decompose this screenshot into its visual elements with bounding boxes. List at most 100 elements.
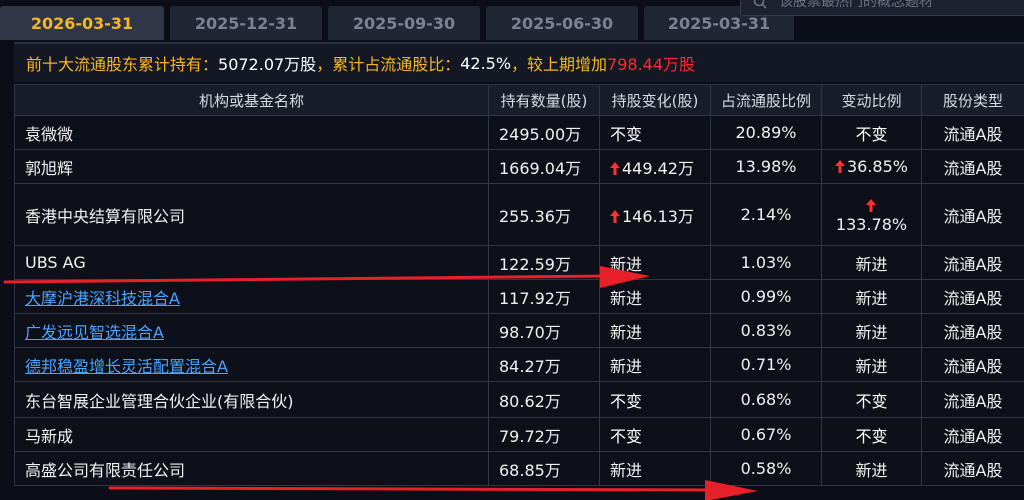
share-change: 新进 bbox=[599, 279, 711, 314]
share-change: 不变 bbox=[599, 417, 711, 452]
change-ratio: 新进 bbox=[821, 347, 922, 382]
share-change-value: 新进 bbox=[610, 288, 643, 308]
holder-name[interactable]: 德邦稳盈增长灵活配置混合A bbox=[14, 347, 489, 382]
change-ratio: 新进 bbox=[821, 313, 922, 348]
share-change-value: 449.42万 bbox=[622, 158, 694, 178]
float-ratio: 0.99% bbox=[710, 279, 822, 314]
change-ratio-value: 不变 bbox=[855, 426, 888, 446]
table-row: 广发远见智选混合A 98.70万 新进 0.83% 新进 流通A股 bbox=[14, 313, 1024, 348]
table-row: 德邦稳盈增长灵活配置混合A 84.27万 新进 0.71% 新进 流通A股 bbox=[14, 347, 1024, 382]
summary-ratio-label: ，累计占流通股比： bbox=[316, 55, 461, 74]
change-ratio-value: 新进 bbox=[855, 254, 888, 274]
change-ratio-value: 新进 bbox=[855, 460, 888, 480]
shares-held: 255.36万 bbox=[488, 183, 600, 246]
shares-held: 1669.04万 bbox=[488, 149, 600, 184]
table-row: 东台智展企业管理合伙企业(有限合伙) 80.62万 不变 0.68% 不变 流通A股 bbox=[14, 381, 1024, 418]
share-type: 流通A股 bbox=[921, 183, 1024, 246]
change-ratio: 133.78% bbox=[821, 183, 922, 246]
change-ratio: 不变 bbox=[821, 417, 922, 452]
summary-total-value: 5072.07万股 bbox=[218, 55, 317, 74]
float-ratio: 13.98% bbox=[710, 149, 822, 184]
share-type: 流通A股 bbox=[921, 245, 1024, 280]
share-change-value: 新进 bbox=[610, 460, 643, 480]
table-row: 郭旭辉 1669.04万 449.42万 13.98% 36.85% 流通A股 bbox=[14, 149, 1024, 184]
share-type: 流通A股 bbox=[921, 115, 1024, 150]
change-ratio: 36.85% bbox=[821, 149, 922, 184]
holder-name[interactable]: 大摩沪港深科技混合A bbox=[14, 279, 489, 314]
share-type: 流通A股 bbox=[921, 347, 1024, 382]
header-float-ratio: 占流通股比例 bbox=[710, 84, 822, 116]
share-change: 新进 bbox=[599, 313, 711, 348]
float-ratio: 0.58% bbox=[710, 451, 822, 486]
change-ratio-value: 36.85% bbox=[846, 157, 908, 176]
share-change: 不变 bbox=[599, 115, 711, 150]
share-change-value: 新进 bbox=[610, 254, 643, 274]
holder-name: 东台智展企业管理合伙企业(有限合伙) bbox=[14, 381, 489, 418]
float-ratio: 20.89% bbox=[710, 115, 822, 150]
share-change: 新进 bbox=[599, 451, 711, 486]
tab-2026-03-31[interactable]: 2026-03-31 bbox=[0, 6, 164, 40]
share-change-value: 新进 bbox=[610, 356, 643, 376]
header-share-type: 股份类型 bbox=[921, 84, 1024, 116]
share-change-value: 不变 bbox=[610, 124, 643, 144]
top-holders-table: 机构或基金名称 持有数量(股) 持股变化(股) 占流通股比例 变动比例 股份类型… bbox=[14, 84, 1024, 486]
share-change-value: 不变 bbox=[610, 426, 643, 446]
shares-held: 84.27万 bbox=[488, 347, 600, 382]
share-change-value: 不变 bbox=[610, 391, 643, 411]
increase-arrow-icon bbox=[610, 209, 620, 223]
share-type: 流通A股 bbox=[921, 451, 1024, 486]
change-ratio-value: 不变 bbox=[855, 124, 888, 144]
shares-held: 122.59万 bbox=[488, 245, 600, 280]
change-ratio-value: 新进 bbox=[855, 288, 888, 308]
search-input[interactable] bbox=[777, 0, 1021, 11]
share-change-value: 146.13万 bbox=[622, 206, 694, 226]
tab-2025-09-30[interactable]: 2025-09-30 bbox=[328, 6, 480, 40]
float-ratio: 1.03% bbox=[710, 245, 822, 280]
shares-held: 2495.00万 bbox=[488, 115, 600, 150]
change-ratio-value: 133.78% bbox=[835, 214, 908, 234]
share-type: 流通A股 bbox=[921, 279, 1024, 314]
float-ratio: 2.14% bbox=[710, 183, 822, 246]
share-type: 流通A股 bbox=[921, 149, 1024, 184]
header-change-ratio: 变动比例 bbox=[821, 84, 922, 116]
share-change-value: 新进 bbox=[610, 322, 643, 342]
holder-name: 郭旭辉 bbox=[14, 149, 489, 184]
float-ratio: 0.67% bbox=[710, 417, 822, 452]
change-ratio: 新进 bbox=[821, 245, 922, 280]
change-ratio: 不变 bbox=[821, 115, 922, 150]
holder-name[interactable]: 广发远见智选混合A bbox=[14, 313, 489, 348]
concept-search-box bbox=[740, 0, 1024, 16]
header-shares-held: 持有数量(股) bbox=[488, 84, 600, 116]
share-type: 流通A股 bbox=[921, 313, 1024, 348]
shares-held: 80.62万 bbox=[488, 381, 600, 418]
share-change: 新进 bbox=[599, 245, 711, 280]
increase-arrow-icon bbox=[610, 161, 620, 175]
header-share-change: 持股变化(股) bbox=[599, 84, 711, 116]
holder-name: 袁微微 bbox=[14, 115, 489, 150]
holder-name: 马新成 bbox=[14, 417, 489, 452]
share-type: 流通A股 bbox=[921, 381, 1024, 418]
share-change: 449.42万 bbox=[599, 149, 711, 184]
share-change: 新进 bbox=[599, 347, 711, 382]
increase-arrow-icon bbox=[834, 160, 845, 173]
summary-change-label: ，较上期增加 bbox=[511, 55, 608, 74]
change-ratio-value: 不变 bbox=[855, 391, 888, 411]
tab-2025-06-30[interactable]: 2025-06-30 bbox=[486, 6, 638, 40]
table-row: 马新成 79.72万 不变 0.67% 不变 流通A股 bbox=[14, 417, 1024, 452]
summary-ratio-value: 42.5% bbox=[460, 53, 512, 73]
summary-change-value: 798.44万股 bbox=[607, 55, 696, 74]
summary-total-label: 前十大流通股东累计持有： bbox=[26, 55, 219, 74]
search-icon bbox=[753, 0, 767, 9]
table-row: 袁微微 2495.00万 不变 20.89% 不变 流通A股 bbox=[14, 115, 1024, 150]
shares-held: 68.85万 bbox=[488, 451, 600, 486]
tab-2025-12-31[interactable]: 2025-12-31 bbox=[170, 6, 322, 40]
holding-summary: 前十大流通股东累计持有： 5072.07万股 ，累计占流通股比： 42.5% ，… bbox=[14, 42, 1024, 82]
change-ratio: 新进 bbox=[821, 451, 922, 486]
table-row: 香港中央结算有限公司 255.36万 146.13万 2.14% 133.78% 流通A股 bbox=[14, 183, 1024, 246]
shares-held: 79.72万 bbox=[488, 417, 600, 452]
share-change: 146.13万 bbox=[599, 183, 711, 246]
increase-arrow-icon bbox=[865, 198, 876, 212]
share-change: 不变 bbox=[599, 381, 711, 418]
table-row: UBS AG 122.59万 新进 1.03% 新进 流通A股 bbox=[14, 245, 1024, 280]
change-ratio-value: 新进 bbox=[855, 356, 888, 376]
